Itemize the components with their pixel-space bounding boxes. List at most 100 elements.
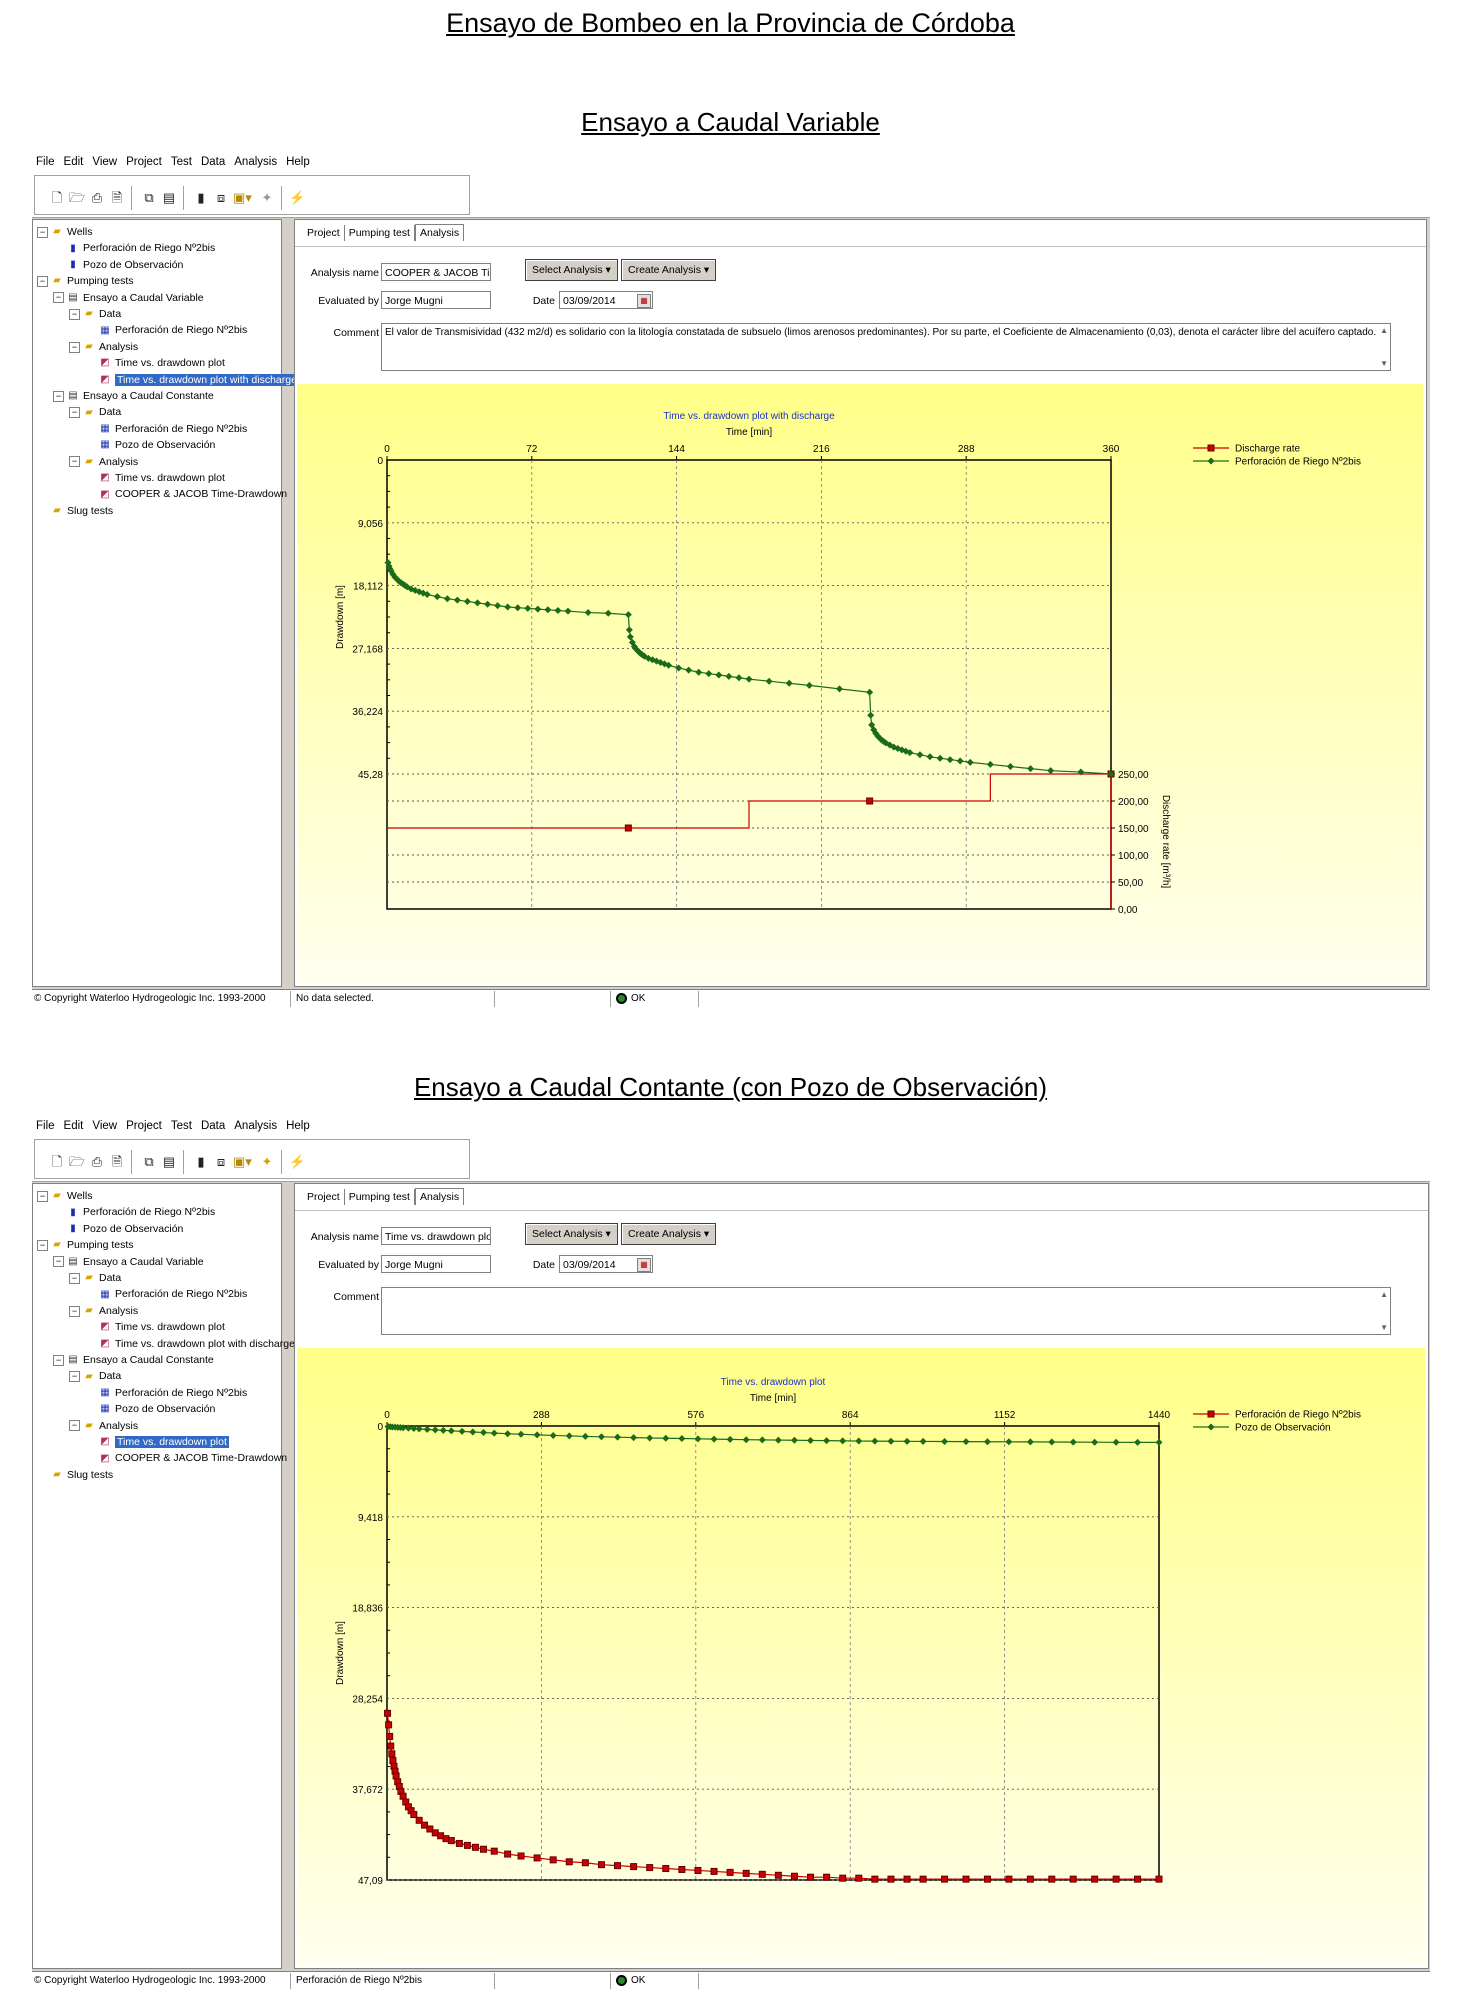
tree-item[interactable]: ▮ Pozo de Observación: [53, 257, 183, 273]
tree-item[interactable]: ▰ Slug tests: [37, 1467, 113, 1483]
evaluated-by-input[interactable]: Jorge Mugni: [381, 1255, 491, 1273]
create-analysis-button[interactable]: Create Analysis ▾: [621, 259, 717, 281]
print-preview-icon[interactable]: 🗎: [109, 1154, 125, 1170]
analysis-name-input[interactable]: Time vs. drawdown plot: [381, 1227, 491, 1245]
tree-item[interactable]: ▦ Perforación de Riego Nº2bis: [85, 1286, 247, 1302]
copy-icon[interactable]: ⧉: [141, 190, 157, 206]
collapse-toggle-icon[interactable]: −: [69, 1371, 80, 1383]
tree-item[interactable]: − ▰ Data: [69, 1270, 121, 1286]
template-dropdown-icon[interactable]: ▣▾: [233, 1154, 252, 1170]
paste-icon[interactable]: ▤: [161, 190, 177, 206]
menu-project[interactable]: Project: [122, 153, 167, 168]
tree-item[interactable]: ▮ Perforación de Riego Nº2bis: [53, 240, 215, 256]
tree-item[interactable]: − ▰ Analysis: [69, 339, 138, 355]
collapse-toggle-icon[interactable]: −: [53, 1354, 64, 1366]
collapse-toggle-icon[interactable]: −: [37, 1190, 48, 1202]
tree-item[interactable]: ◩ COOPER & JACOB Time-Drawdown: [85, 1450, 287, 1466]
open-folder-icon[interactable]: 🗁: [69, 190, 85, 206]
select-analysis-button[interactable]: Select Analysis ▾: [525, 1223, 618, 1245]
tree-item[interactable]: ▦ Pozo de Observación: [85, 1401, 215, 1417]
menu-analysis[interactable]: Analysis: [230, 153, 282, 168]
tab-analysis[interactable]: Analysis: [414, 1188, 465, 1205]
print-preview-icon[interactable]: 🗎: [109, 190, 125, 206]
tree-item[interactable]: − ▰ Analysis: [69, 1303, 138, 1319]
collapse-toggle-icon[interactable]: −: [53, 292, 64, 304]
tree-item[interactable]: − ▤ Ensayo a Caudal Variable: [53, 1254, 204, 1270]
menu-analysis[interactable]: Analysis: [230, 1117, 282, 1132]
tree-item[interactable]: − ▰ Wells: [37, 1188, 92, 1204]
collapse-toggle-icon[interactable]: −: [69, 341, 80, 353]
tree-item[interactable]: − ▰ Wells: [37, 224, 92, 240]
scroll-down-icon[interactable]: ▼: [1380, 1323, 1388, 1332]
tree-item[interactable]: − ▰ Pumping tests: [37, 273, 134, 289]
tree-item[interactable]: ▦ Perforación de Riego Nº2bis: [85, 1385, 247, 1401]
collapse-toggle-icon[interactable]: −: [69, 308, 80, 320]
tree-item[interactable]: ◩ Time vs. drawdown plot with discharge: [85, 1336, 295, 1352]
print-icon[interactable]: ⎙: [89, 1154, 105, 1170]
tree-item[interactable]: ▰ Slug tests: [37, 503, 113, 519]
tab-project[interactable]: Project: [303, 1189, 345, 1205]
collapse-toggle-icon[interactable]: −: [37, 1239, 48, 1251]
tree-item[interactable]: ▦ Pozo de Observación: [85, 437, 215, 453]
tab-pumping-test[interactable]: Pumping test: [345, 225, 415, 241]
tree-item[interactable]: − ▤ Ensayo a Caudal Variable: [53, 290, 204, 306]
calendar-icon[interactable]: ▦: [637, 1258, 651, 1272]
collapse-toggle-icon[interactable]: −: [69, 1272, 80, 1284]
tree-item[interactable]: ▮ Perforación de Riego Nº2bis: [53, 1204, 215, 1220]
menu-view[interactable]: View: [88, 153, 122, 168]
scroll-down-icon[interactable]: ▼: [1380, 359, 1388, 368]
scroll-up-icon[interactable]: ▲: [1380, 326, 1388, 335]
tree-item[interactable]: ▦ Perforación de Riego Nº2bis: [85, 322, 247, 338]
wand-icon[interactable]: ⚡: [289, 190, 305, 206]
tree-item[interactable]: ▦ Perforación de Riego Nº2bis: [85, 421, 247, 437]
print-icon[interactable]: ⎙: [89, 190, 105, 206]
tab-project[interactable]: Project: [303, 225, 345, 241]
copy-icon[interactable]: ⧉: [141, 1154, 157, 1170]
tree-item[interactable]: ◩ Time vs. drawdown plot: [85, 470, 225, 486]
tree-item[interactable]: − ▰ Data: [69, 404, 121, 420]
menu-data[interactable]: Data: [197, 153, 230, 168]
collapse-toggle-icon[interactable]: −: [53, 1256, 64, 1268]
menu-project[interactable]: Project: [122, 1117, 167, 1132]
tree-item[interactable]: − ▰ Pumping tests: [37, 1237, 134, 1253]
tree-item[interactable]: ◩ Time vs. drawdown plot: [85, 1319, 225, 1335]
tree-item[interactable]: − ▰ Analysis: [69, 454, 138, 470]
menu-help[interactable]: Help: [282, 153, 315, 168]
menu-test[interactable]: Test: [167, 1117, 197, 1132]
export-icon[interactable]: ⧈: [213, 1154, 229, 1170]
lightbulb-icon[interactable]: ✦: [259, 1154, 275, 1170]
paste-icon[interactable]: ▤: [161, 1154, 177, 1170]
collapse-toggle-icon[interactable]: −: [69, 407, 80, 419]
menu-view[interactable]: View: [88, 1117, 122, 1132]
select-analysis-button[interactable]: Select Analysis ▾: [525, 259, 618, 281]
comment-textarea[interactable]: ▲ ▼: [381, 1287, 1391, 1335]
open-folder-icon[interactable]: 🗁: [69, 1154, 85, 1170]
collapse-toggle-icon[interactable]: −: [69, 1305, 80, 1317]
template-dropdown-icon[interactable]: ▣▾: [233, 190, 252, 206]
collapse-toggle-icon[interactable]: −: [37, 226, 48, 238]
collapse-toggle-icon[interactable]: −: [69, 1420, 80, 1432]
menu-edit[interactable]: Edit: [60, 153, 89, 168]
tree-item[interactable]: ◩ Time vs. drawdown plot with discharge: [85, 372, 299, 388]
tree-item[interactable]: − ▰ Analysis: [69, 1418, 138, 1434]
lightbulb-icon[interactable]: ✦: [259, 190, 275, 206]
tree-item[interactable]: − ▰ Data: [69, 1368, 121, 1384]
tab-pumping-test[interactable]: Pumping test: [345, 1189, 415, 1205]
scroll-up-icon[interactable]: ▲: [1380, 1290, 1388, 1299]
clipboard-icon[interactable]: ▮: [193, 1154, 209, 1170]
new-file-icon[interactable]: 🗋: [49, 1154, 65, 1170]
collapse-toggle-icon[interactable]: −: [53, 390, 64, 402]
comment-textarea[interactable]: El valor de Transmisividad (432 m2/d) es…: [381, 323, 1391, 371]
wand-icon[interactable]: ⚡: [289, 1154, 305, 1170]
tab-analysis[interactable]: Analysis: [414, 224, 465, 241]
menu-file[interactable]: File: [32, 153, 60, 168]
tree-item[interactable]: ▮ Pozo de Observación: [53, 1221, 183, 1237]
tree-item[interactable]: − ▤ Ensayo a Caudal Constante: [53, 1352, 214, 1368]
tree-item[interactable]: ◩ COOPER & JACOB Time-Drawdown: [85, 486, 287, 502]
collapse-toggle-icon[interactable]: −: [37, 275, 48, 287]
tree-item[interactable]: − ▤ Ensayo a Caudal Constante: [53, 388, 214, 404]
menu-data[interactable]: Data: [197, 1117, 230, 1132]
create-analysis-button[interactable]: Create Analysis ▾: [621, 1223, 717, 1245]
menu-file[interactable]: File: [32, 1117, 60, 1132]
export-icon[interactable]: ⧈: [213, 190, 229, 206]
